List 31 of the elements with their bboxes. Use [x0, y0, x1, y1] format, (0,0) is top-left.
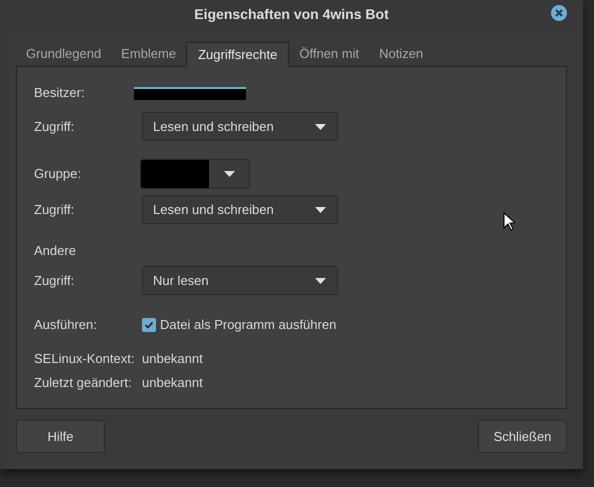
field-label: Zugriff:: [34, 272, 76, 290]
redacted-group: [141, 160, 209, 188]
field-label: Besitzer:: [34, 84, 86, 102]
tab[interactable]: Zugriffsrechte: [186, 42, 290, 67]
caret-icon: [315, 278, 326, 284]
info-value: unbekannt: [142, 374, 203, 392]
checkmark-icon: [144, 320, 154, 330]
field-label: Zugriff:: [34, 118, 76, 136]
caret-icon: [315, 206, 326, 212]
close-button[interactable]: Schließen: [478, 420, 567, 453]
tab[interactable]: Öffnen mit: [289, 41, 370, 66]
tab[interactable]: Notizen: [369, 41, 434, 66]
field-label: Zugriff:: [34, 200, 76, 219]
info-value: unbekannt: [142, 350, 203, 368]
caret-icon: [224, 170, 234, 176]
help-button[interactable]: Hilfe: [16, 420, 105, 453]
execute-checkbox[interactable]: Datei als Programm ausführen: [142, 315, 336, 335]
field-label: Ausführen:: [34, 316, 98, 334]
field-label: SELinux-Kontext:: [34, 350, 136, 368]
field-label: Zuletzt geändert:: [34, 374, 133, 392]
caret-icon: [315, 124, 326, 130]
tab[interactable]: Grundlegend: [16, 41, 112, 66]
access-dropdown[interactable]: Lesen und schreiben: [142, 195, 338, 224]
window-title: Eigenschaften von 4wins Bot: [194, 4, 389, 24]
access-dropdown[interactable]: Nur lesen: [142, 266, 338, 295]
tab[interactable]: Embleme: [111, 41, 186, 66]
close-icon[interactable]: [551, 5, 567, 21]
access-dropdown[interactable]: Lesen und schreiben: [142, 112, 338, 141]
mouse-pointer-icon: [503, 212, 515, 231]
field-label: Gruppe:: [34, 164, 82, 183]
section-heading: Andere: [34, 242, 77, 260]
